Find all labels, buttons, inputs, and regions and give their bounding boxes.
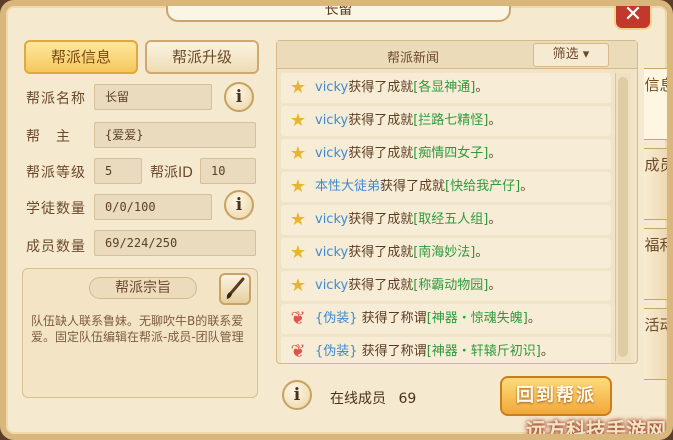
leader-field: {爱爱}: [94, 122, 256, 148]
news-verb: 获得了成就: [348, 146, 414, 161]
guild-purpose-title: 帮派宗旨: [89, 277, 197, 299]
leader-label: 帮 主: [26, 129, 71, 145]
news-player-name[interactable]: {伪装}: [315, 311, 358, 326]
news-verb: 获得了称谓: [357, 311, 427, 326]
news-achievement[interactable]: [痴情四女子]: [413, 146, 488, 161]
news-end: 。: [475, 80, 489, 95]
side-tab-activity[interactable]: 活动: [644, 308, 667, 380]
online-members: 在线成员 69: [330, 388, 416, 408]
news-player-name[interactable]: vicky: [315, 80, 348, 95]
guild-name-field: 长留: [94, 84, 212, 110]
news-item: ★ vicky获得了成就[拦路七精怪]。: [281, 106, 611, 136]
star-icon: ★: [289, 209, 307, 230]
news-verb: 获得了成就: [348, 80, 414, 95]
edit-purpose-button[interactable]: [219, 273, 251, 305]
news-player-name[interactable]: vicky: [315, 113, 348, 128]
news-verb: 获得了成就: [348, 212, 414, 227]
star-icon: ★: [289, 242, 307, 263]
news-achievement[interactable]: [神器・轩辕斤初识]: [427, 344, 541, 359]
info-icon: i: [235, 195, 243, 215]
news-verb: 获得了成就: [348, 245, 414, 260]
news-title: 帮派新闻: [387, 51, 440, 66]
news-item: ❦ {伪装} 获得了称谓[神器・轩辕斤初识]。: [281, 337, 611, 363]
news-item: ★ 本性大徒弟获得了成就[快给我产仔]。: [281, 172, 611, 202]
star-icon: ★: [289, 77, 307, 98]
news-achievement[interactable]: [称霸动物园]: [413, 278, 488, 293]
guild-level-label: 帮派等级: [26, 165, 86, 181]
tab-guild-upgrade[interactable]: 帮派升级: [145, 40, 259, 74]
news-header: 帮派新闻 筛选 ▾: [277, 41, 637, 69]
news-achievement[interactable]: [取经五人组]: [413, 212, 488, 227]
star-icon: ★: [289, 176, 307, 197]
info-icon: i: [235, 87, 243, 107]
news-achievement[interactable]: [快给我产仔]: [445, 179, 520, 194]
guild-panel: 长留 ✕ 帮派信息 帮派升级 帮派名称 长留 i 帮 主 {爱爱} 帮派等级 5…: [0, 0, 673, 440]
online-members-count: 69: [398, 391, 417, 407]
star-icon: ★: [289, 143, 307, 164]
news-player-name[interactable]: vicky: [315, 245, 348, 260]
news-filter-dropdown[interactable]: 筛选 ▾: [533, 43, 609, 67]
site-watermark: 远方科技手游网: [526, 418, 666, 440]
online-members-label: 在线成员: [330, 391, 386, 407]
guild-purpose-text: 队伍缺人联系鲁妹。无聊吹牛B的联系爱爱。固定队伍编辑在帮派-成员-团队管理: [31, 314, 244, 344]
side-tab-members[interactable]: 成员: [644, 148, 667, 220]
info-icon: i: [293, 385, 301, 405]
news-achievement[interactable]: [拦路七精怪]: [413, 113, 488, 128]
news-end: 。: [520, 179, 534, 194]
apprentice-field: 0/0/100: [94, 194, 212, 220]
news-player-name[interactable]: vicky: [315, 278, 348, 293]
guild-id-label: 帮派ID: [150, 165, 193, 181]
news-list: ★ vicky获得了成就[各显神通]。 ★ vicky获得了成就[拦路七精怪]。 ★ vi…: [281, 73, 611, 363]
guild-news-panel: 帮派新闻 筛选 ▾ ★ vicky获得了成就[各显神通]。 ★ vicky获得了成就[…: [276, 40, 638, 364]
news-end: 。: [488, 113, 502, 128]
news-verb: 获得了成就: [348, 278, 414, 293]
guild-purpose-box: 帮派宗旨 队伍缺人联系鲁妹。无聊吹牛B的联系爱爱。固定队伍编辑在帮派-成员-团队…: [22, 268, 258, 398]
brush-icon: [226, 277, 245, 299]
news-player-name[interactable]: vicky: [315, 212, 348, 227]
window-title: 长留: [166, 6, 511, 22]
side-tab-info[interactable]: 信息: [644, 68, 667, 140]
news-end: 。: [488, 212, 502, 227]
news-end: 。: [540, 344, 554, 359]
apprentice-label: 学徒数量: [26, 201, 86, 217]
tab-guild-info[interactable]: 帮派信息: [24, 40, 138, 74]
news-verb: 获得了称谓: [357, 344, 427, 359]
side-tab-welfare[interactable]: 福利: [644, 228, 667, 300]
news-achievement[interactable]: [各显神通]: [413, 80, 475, 95]
guild-name-info-button[interactable]: i: [224, 82, 254, 112]
news-verb: 获得了成就: [348, 113, 414, 128]
news-scroll-thumb[interactable]: [618, 77, 628, 357]
guild-id-field: 10: [200, 158, 256, 184]
news-end: 。: [475, 245, 489, 260]
news-end: 。: [488, 146, 502, 161]
news-item: ★ vicky获得了成就[南海妙法]。: [281, 238, 611, 268]
news-scrollbar[interactable]: [615, 73, 631, 361]
news-item: ❦ {伪装} 获得了称谓[神器・惊魂失魄]。: [281, 304, 611, 334]
online-info-button[interactable]: i: [282, 380, 312, 410]
news-item: ★ vicky获得了成就[痴情四女子]。: [281, 139, 611, 169]
close-icon: ✕: [623, 2, 643, 27]
news-player-name[interactable]: vicky: [315, 146, 348, 161]
apprentice-info-button[interactable]: i: [224, 190, 254, 220]
guild-level-field: 5: [94, 158, 142, 184]
news-verb: 获得了成就: [380, 179, 446, 194]
news-item: ★ vicky获得了成就[各显神通]。: [281, 73, 611, 103]
members-label: 成员数量: [26, 239, 86, 255]
news-player-name[interactable]: 本性大徒弟: [315, 179, 380, 194]
news-item: ★ vicky获得了成就[称霸动物园]。: [281, 271, 611, 301]
star-icon: ★: [289, 110, 307, 131]
guild-name-label: 帮派名称: [26, 91, 86, 107]
news-end: 。: [527, 311, 541, 326]
news-achievement[interactable]: [神器・惊魂失魄]: [427, 311, 528, 326]
return-to-guild-button[interactable]: 回到帮派: [500, 376, 612, 416]
news-player-name[interactable]: {伪装}: [315, 344, 358, 359]
members-field: 69/224/250: [94, 230, 256, 256]
wing-icon: ❦: [290, 308, 306, 329]
news-end: 。: [488, 278, 502, 293]
news-achievement[interactable]: [南海妙法]: [413, 245, 475, 260]
news-item: ★ vicky获得了成就[取经五人组]。: [281, 205, 611, 235]
star-icon: ★: [289, 275, 307, 296]
wing-icon: ❦: [290, 341, 306, 362]
close-button[interactable]: ✕: [614, 2, 652, 30]
